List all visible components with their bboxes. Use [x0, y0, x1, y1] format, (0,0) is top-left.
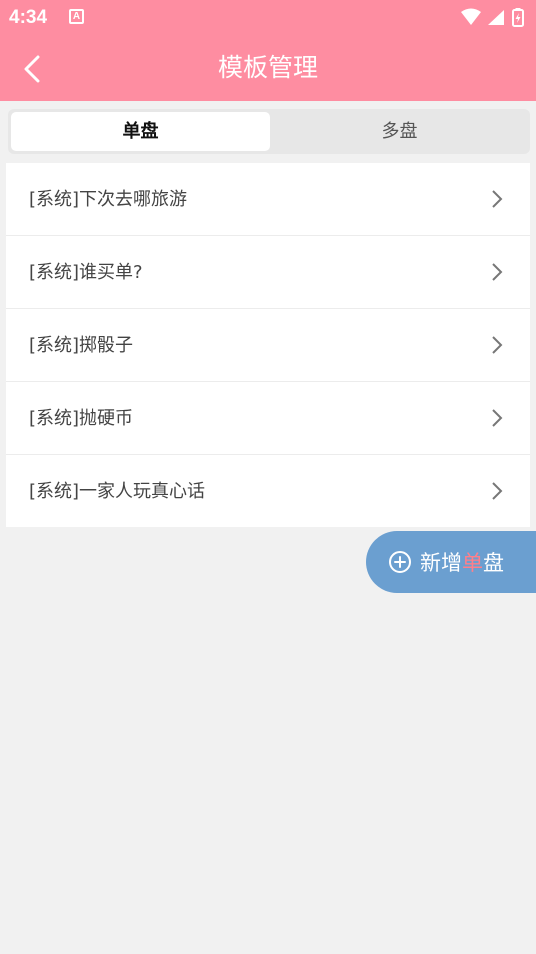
list-item[interactable]: [系统]谁买单? [6, 236, 530, 309]
status-time: 4:34 [9, 7, 48, 28]
status-icons [460, 8, 526, 28]
tab-multi[interactable]: 多盘 [270, 112, 529, 151]
add-button-label: 新增单盘 [420, 547, 504, 577]
wifi-icon [461, 8, 481, 25]
signal-icon [488, 10, 504, 25]
chevron-right-icon [492, 263, 503, 281]
back-button[interactable] [12, 50, 52, 88]
add-single-wheel-button[interactable]: 新增单盘 [366, 531, 536, 593]
list-item-label: [系统]掷骰子 [29, 335, 134, 356]
add-circle-icon [389, 551, 411, 573]
add-label-suffix: 盘 [483, 551, 504, 575]
list-item-label: [系统]下次去哪旅游 [29, 189, 188, 210]
list-item-label: [系统]抛硬币 [29, 408, 134, 429]
title-bar: 模板管理 [0, 36, 536, 101]
list-item[interactable]: [系统]抛硬币 [6, 382, 530, 455]
tab-single[interactable]: 单盘 [11, 112, 270, 151]
list-item-label: [系统]谁买单? [29, 262, 143, 283]
template-list: [系统]下次去哪旅游 [系统]谁买单? [系统]掷骰子 [系统]抛硬币 [系统]… [6, 163, 530, 527]
notification-icon: A [69, 9, 84, 24]
status-bar: 4:34 A [0, 0, 536, 36]
back-arrow-icon [24, 55, 40, 83]
page-title: 模板管理 [217, 53, 318, 82]
chevron-right-icon [492, 409, 503, 427]
list-item[interactable]: [系统]一家人玩真心话 [6, 455, 530, 527]
list-item[interactable]: [系统]下次去哪旅游 [6, 163, 530, 236]
add-label-accent: 单 [462, 551, 483, 575]
battery-icon [512, 8, 524, 27]
tab-bar: 单盘 多盘 [8, 109, 530, 154]
list-item[interactable]: [系统]掷骰子 [6, 309, 530, 382]
list-item-label: [系统]一家人玩真心话 [29, 481, 206, 502]
add-label-prefix: 新增 [420, 551, 462, 575]
chevron-right-icon [492, 190, 503, 208]
chevron-right-icon [492, 336, 503, 354]
app-header: 4:34 A 模板管理 [0, 0, 536, 101]
chevron-right-icon [492, 482, 503, 500]
